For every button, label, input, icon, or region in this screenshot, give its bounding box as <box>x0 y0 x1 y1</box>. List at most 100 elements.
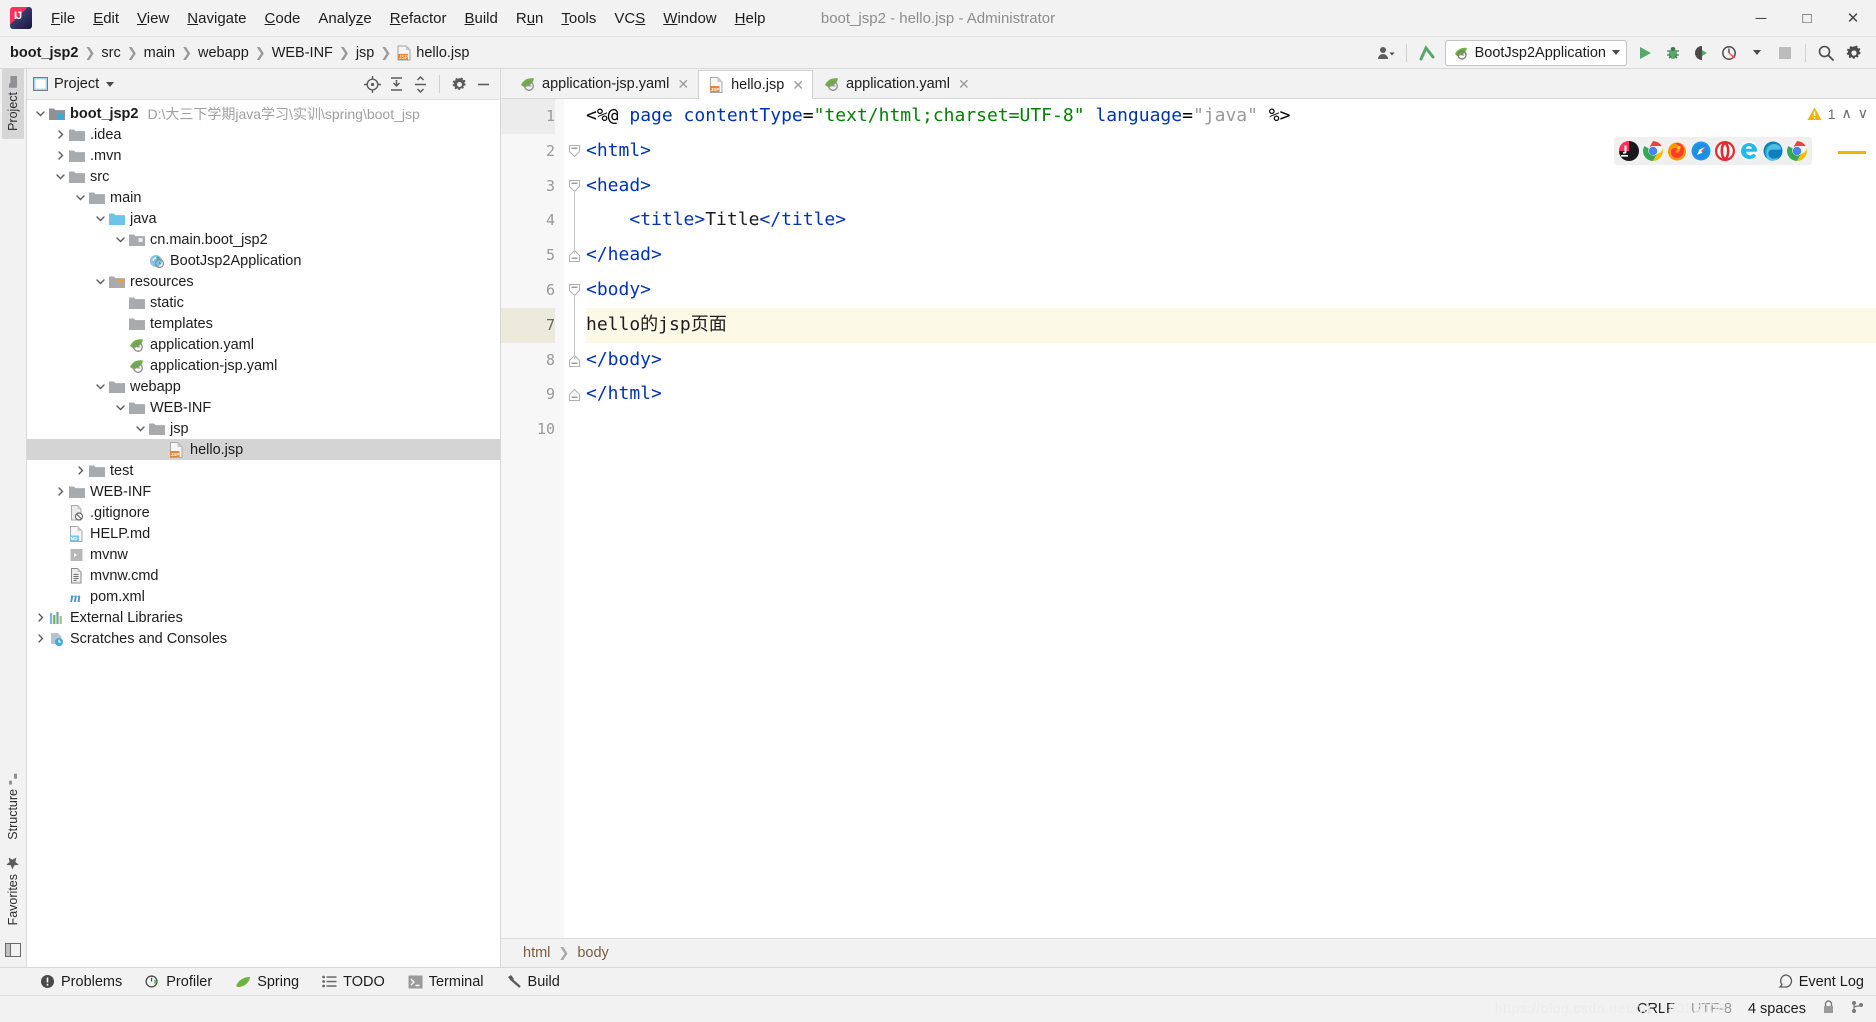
project-panel-title-group[interactable]: Project <box>54 76 115 92</box>
browser-edge-icon[interactable] <box>1763 141 1783 161</box>
line-number[interactable]: 3 <box>501 169 555 204</box>
minimize-button[interactable]: ─ <box>1738 1 1784 36</box>
menu-refactor[interactable]: Refactor <box>381 6 456 31</box>
code-line-3[interactable]: <head> <box>586 169 1876 204</box>
tree-node-bootjsp2application[interactable]: BootJsp2Application <box>27 250 500 271</box>
hide-all-windows-icon[interactable] <box>5 933 21 967</box>
line-number[interactable]: 2 <box>501 134 555 169</box>
chevron-right-icon[interactable] <box>53 130 68 139</box>
tree-node-hello-jsp[interactable]: JSP hello.jsp <box>27 439 500 460</box>
code-line-4[interactable]: <title>Title</title> <box>586 203 1876 238</box>
rail-tab-favorites[interactable]: Favorites <box>2 848 24 933</box>
run-with-coverage-icon[interactable] <box>1688 40 1714 66</box>
chevron-down-icon[interactable] <box>133 424 148 433</box>
tree-node-mvn[interactable]: .mvn <box>27 145 500 166</box>
tree-node-external-libraries[interactable]: External Libraries <box>27 607 500 628</box>
run-configuration-selector[interactable]: BootJsp2Application <box>1444 39 1627 66</box>
lock-icon[interactable] <box>1822 1000 1835 1018</box>
chevron-right-icon[interactable] <box>53 151 68 160</box>
close-tab-icon[interactable]: ✕ <box>792 77 804 94</box>
expand-all-icon[interactable] <box>385 73 407 95</box>
browser-ie-icon[interactable] <box>1739 141 1759 161</box>
tree-node-templates[interactable]: templates <box>27 313 500 334</box>
editor-tab-application-jsp-yaml[interactable]: application-jsp.yaml ✕ <box>509 69 698 98</box>
tree-node-cn-main-boot-jsp2[interactable]: cn.main.boot_jsp2 <box>27 229 500 250</box>
tree-node-application-yaml[interactable]: application.yaml <box>27 334 500 355</box>
menu-vcs[interactable]: VCS <box>605 6 654 31</box>
tree-node-java[interactable]: java <box>27 208 500 229</box>
hide-panel-icon[interactable] <box>472 73 494 95</box>
settings-gear-icon[interactable] <box>1841 40 1867 66</box>
menu-tools[interactable]: Tools <box>552 6 605 31</box>
chevron-right-icon[interactable] <box>73 466 88 475</box>
menu-code[interactable]: Code <box>256 6 310 31</box>
bottom-tab-profiler[interactable]: Profiler <box>135 971 222 993</box>
code-line-8[interactable]: </body> <box>586 343 1876 378</box>
chevron-right-icon[interactable] <box>33 634 48 643</box>
chevron-down-icon[interactable] <box>73 193 88 202</box>
line-number[interactable]: 9 <box>501 377 555 412</box>
project-tree[interactable]: boot_jsp2 D:\大三下学期java学习\实训\spring\boot_j… <box>27 100 500 967</box>
fold-close-icon[interactable] <box>568 388 581 402</box>
gear-icon[interactable] <box>448 73 470 95</box>
profile-icon[interactable] <box>1716 40 1742 66</box>
stop-icon[interactable] <box>1772 40 1798 66</box>
chevron-down-icon[interactable] <box>33 109 48 118</box>
code-line-9[interactable]: </html> <box>586 377 1876 412</box>
run-icon[interactable] <box>1632 40 1658 66</box>
code-folding-column[interactable] <box>564 99 586 938</box>
close-tab-icon[interactable]: ✕ <box>677 76 689 93</box>
chevron-down-icon[interactable] <box>93 382 108 391</box>
bottom-tab-todo[interactable]: TODO <box>312 971 395 993</box>
breadcrumb-item-webapp[interactable]: webapp <box>198 45 249 61</box>
code-line-6[interactable]: <body> <box>586 273 1876 308</box>
browser-firefox-icon[interactable] <box>1667 141 1687 161</box>
menu-file[interactable]: File <box>42 6 84 31</box>
maximize-button[interactable]: □ <box>1784 1 1830 36</box>
line-number[interactable]: 8 <box>501 343 555 378</box>
line-number[interactable]: 5 <box>501 238 555 273</box>
indent-status[interactable]: 4 spaces <box>1748 1001 1806 1017</box>
updates-icon[interactable] <box>1414 40 1440 66</box>
menu-window[interactable]: Window <box>654 6 725 31</box>
editor-tab-hello-jsp[interactable]: JSP hello.jsp ✕ <box>698 70 814 99</box>
breadcrumb-item-jsp[interactable]: jsp <box>356 45 375 61</box>
code-line-10[interactable] <box>586 412 1876 447</box>
tree-node-src[interactable]: src <box>27 166 500 187</box>
chevron-right-icon[interactable] <box>33 613 48 622</box>
menu-navigate[interactable]: Navigate <box>178 6 255 31</box>
breadcrumb-item-file[interactable]: hello.jsp <box>416 45 469 61</box>
code-editor[interactable]: 1 2 3 4 5 6 7 8 9 10 <%@ page contentType="text/h… <box>501 99 1876 938</box>
breadcrumb-item-main[interactable]: main <box>144 45 175 61</box>
tree-node-web-inf[interactable]: WEB-INF <box>27 397 500 418</box>
breadcrumb-item-project[interactable]: boot_jsp2 <box>10 45 78 61</box>
tree-node-resources[interactable]: resources <box>27 271 500 292</box>
previous-problem-icon[interactable]: ∧ <box>1842 105 1852 122</box>
line-number[interactable]: 7 <box>501 307 555 343</box>
inspection-widget[interactable]: 1 ∧ ∨ <box>1807 105 1868 122</box>
line-number[interactable]: 1 <box>501 99 555 134</box>
menu-edit[interactable]: Edit <box>84 6 128 31</box>
collapse-all-icon[interactable] <box>409 73 431 95</box>
code-line-5[interactable]: </head> <box>586 238 1876 273</box>
event-log-button[interactable]: Event Log <box>1778 974 1876 990</box>
chevron-down-icon[interactable] <box>93 277 108 286</box>
code-line-7[interactable]: hello的jsp页面 <box>586 307 1876 343</box>
code-line-1[interactable]: <%@ page contentType="text/html;charset=… <box>586 99 1876 134</box>
debug-icon[interactable] <box>1660 40 1686 66</box>
bottom-tab-terminal[interactable]: Terminal <box>398 971 494 993</box>
browser-intellij-icon[interactable] <box>1619 141 1639 161</box>
browser-opera-icon[interactable] <box>1715 141 1735 161</box>
tree-node-mvnw-cmd[interactable]: mvnw.cmd <box>27 565 500 586</box>
chevron-down-icon[interactable] <box>113 235 128 244</box>
browser-chrome-icon[interactable] <box>1643 141 1663 161</box>
tree-node-boot-jsp2[interactable]: boot_jsp2 D:\大三下学期java学习\实训\spring\boot_j… <box>27 103 500 124</box>
line-number[interactable]: 10 <box>501 412 555 447</box>
menu-view[interactable]: View <box>128 6 178 31</box>
tree-node-webapp[interactable]: webapp <box>27 376 500 397</box>
line-number[interactable]: 6 <box>501 273 555 308</box>
code-content[interactable]: <%@ page contentType="text/html;charset=… <box>586 99 1876 938</box>
rail-tab-structure[interactable]: Structure <box>2 766 24 848</box>
breadcrumb-html[interactable]: html <box>523 945 550 961</box>
tree-node-idea[interactable]: .idea <box>27 124 500 145</box>
